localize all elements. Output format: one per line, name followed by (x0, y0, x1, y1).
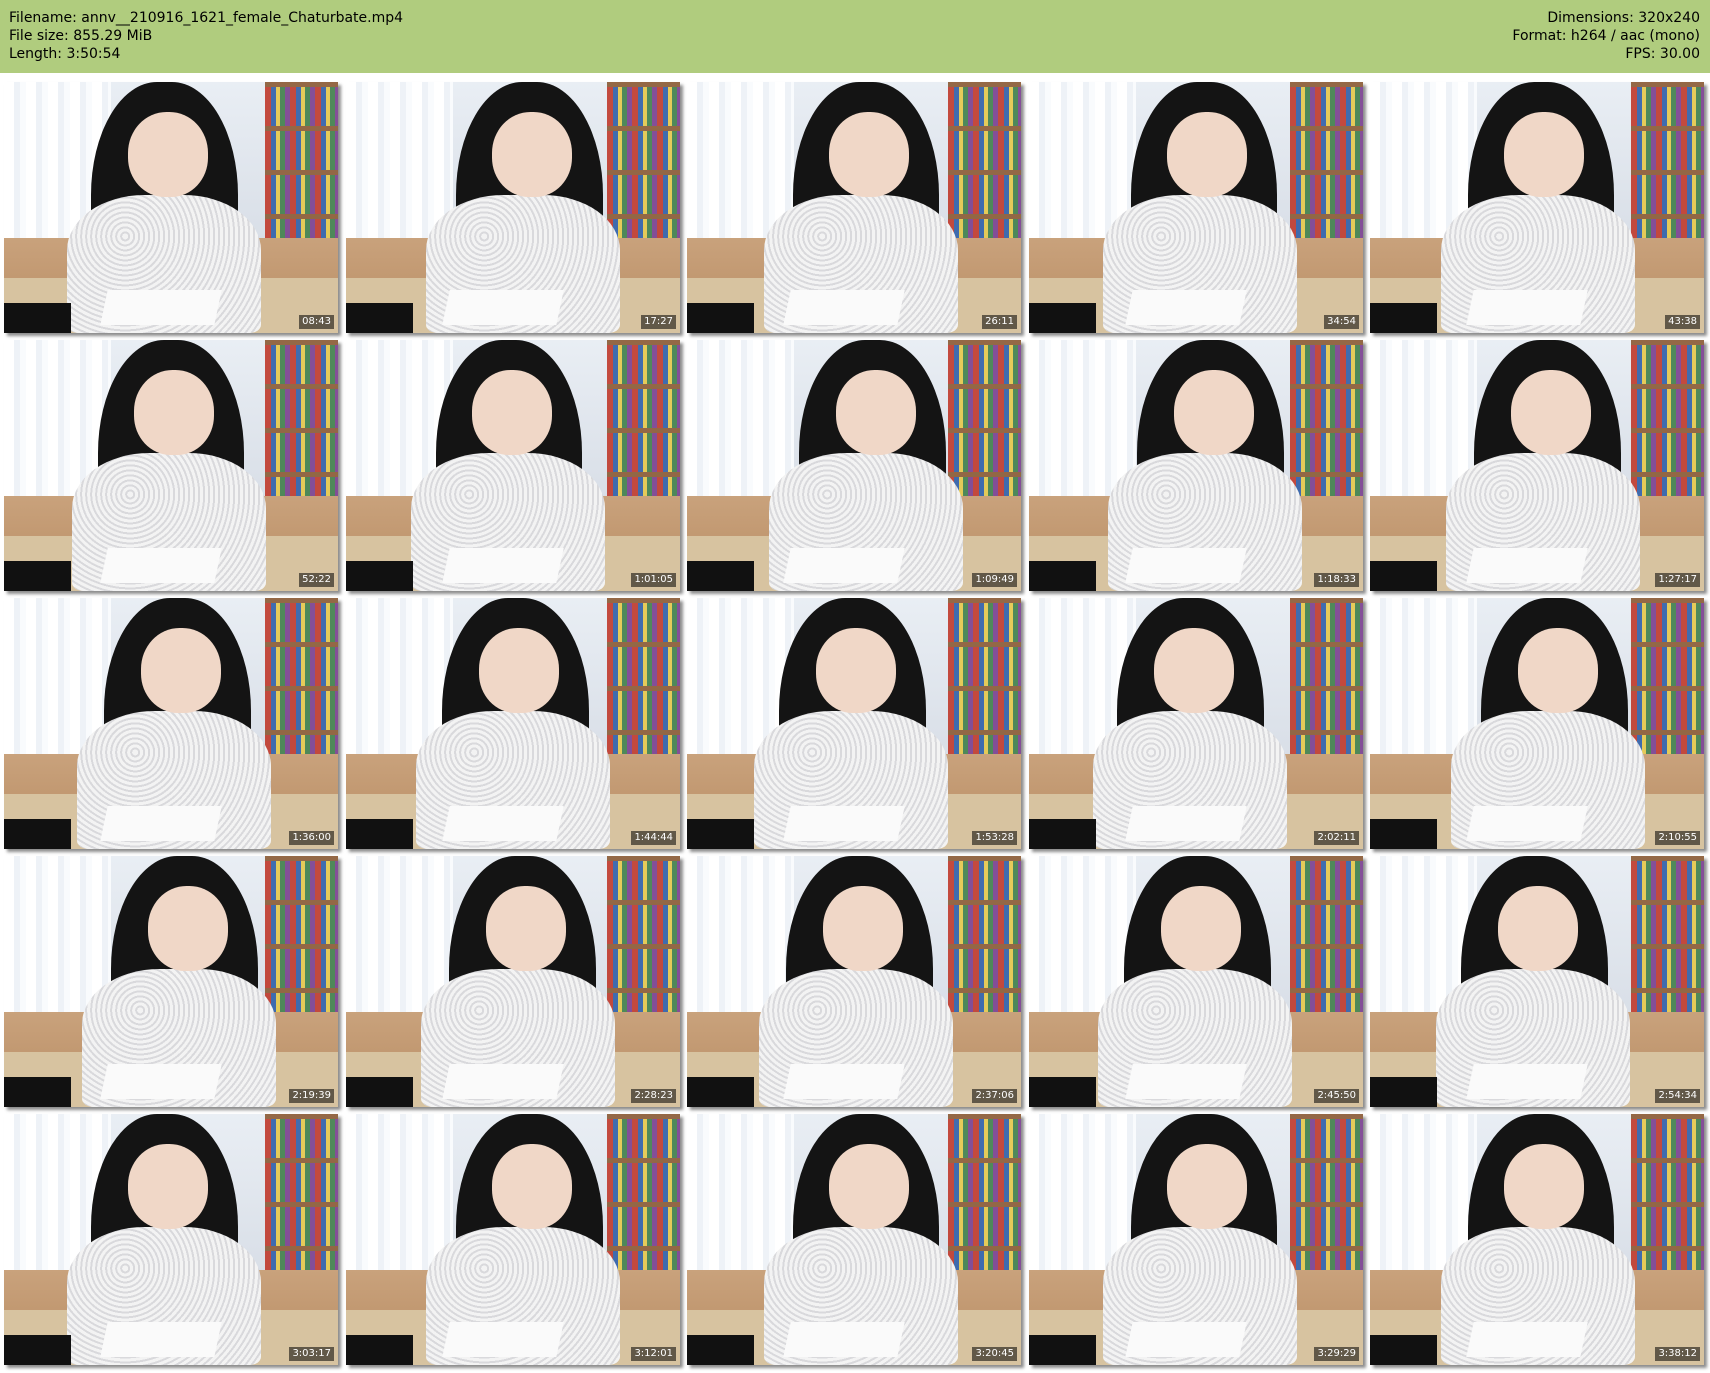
dimensions-text: Dimensions: 320x240 (1547, 10, 1700, 26)
thumbnail-image (1370, 1114, 1704, 1365)
video-thumbnail: 1:53:28 (687, 598, 1021, 849)
video-thumbnail: 26:11 (687, 82, 1021, 333)
thumbnail-image (4, 340, 338, 591)
length-text: Length: 3:50:54 (9, 46, 121, 62)
video-thumbnail: 1:44:44 (346, 598, 680, 849)
thumbnail-image (1029, 340, 1363, 591)
thumbnail-timestamp: 2:28:23 (631, 1089, 676, 1103)
video-thumbnail: 2:54:34 (1370, 856, 1704, 1107)
video-thumbnail: 17:27 (346, 82, 680, 333)
video-thumbnail: 34:54 (1029, 82, 1363, 333)
thumbnail-timestamp: 1:01:05 (631, 573, 676, 587)
video-thumbnail: 2:45:50 (1029, 856, 1363, 1107)
thumbnail-timestamp: 1:36:00 (289, 831, 334, 845)
thumbnail-image (1370, 340, 1704, 591)
video-thumbnail: 2:02:11 (1029, 598, 1363, 849)
thumbnail-image (346, 856, 680, 1107)
thumbnail-image (687, 340, 1021, 591)
thumbnail-timestamp: 26:11 (982, 315, 1017, 329)
thumbnail-timestamp: 43:38 (1665, 315, 1700, 329)
thumbnail-image (346, 1114, 680, 1365)
thumbnail-timestamp: 3:38:12 (1655, 1347, 1700, 1361)
thumbnail-image (1029, 856, 1363, 1107)
video-thumbnail: 1:18:33 (1029, 340, 1363, 591)
video-thumbnail: 2:37:06 (687, 856, 1021, 1107)
format-text: Format: h264 / aac (mono) (1512, 28, 1700, 44)
thumbnail-timestamp: 17:27 (641, 315, 676, 329)
thumbnail-timestamp: 1:27:17 (1655, 573, 1700, 587)
thumbnail-image (687, 598, 1021, 849)
video-thumbnail: 1:01:05 (346, 340, 680, 591)
thumbnail-image (1029, 1114, 1363, 1365)
thumbnail-timestamp: 2:02:11 (1314, 831, 1359, 845)
thumbnail-timestamp: 2:54:34 (1655, 1089, 1700, 1103)
video-thumbnail: 1:27:17 (1370, 340, 1704, 591)
thumbnail-image (1370, 82, 1704, 333)
thumbnail-image (4, 598, 338, 849)
filename-text: Filename: annv__210916_1621_female_Chatu… (9, 10, 404, 26)
video-thumbnail: 2:10:55 (1370, 598, 1704, 849)
video-thumbnail: 1:09:49 (687, 340, 1021, 591)
thumbnail-image (1370, 598, 1704, 849)
thumbnail-timestamp: 2:45:50 (1314, 1089, 1359, 1103)
thumbnail-timestamp: 1:53:28 (972, 831, 1017, 845)
thumbnail-image (1029, 598, 1363, 849)
video-thumbnail: 3:12:01 (346, 1114, 680, 1365)
thumbnail-image (4, 82, 338, 333)
thumbnail-timestamp: 3:03:17 (289, 1347, 334, 1361)
info-header: Filename: annv__210916_1621_female_Chatu… (0, 0, 1710, 73)
thumbnail-timestamp: 2:19:39 (289, 1089, 334, 1103)
video-thumbnail: 3:29:29 (1029, 1114, 1363, 1365)
thumbnail-image (4, 1114, 338, 1365)
thumbnail-timestamp: 1:44:44 (631, 831, 676, 845)
fps-text: FPS: 30.00 (1625, 46, 1700, 62)
thumbnail-timestamp: 3:29:29 (1314, 1347, 1359, 1361)
thumbnail-image (1370, 856, 1704, 1107)
file-size-text: File size: 855.29 MiB (9, 28, 153, 44)
video-thumbnail: 2:19:39 (4, 856, 338, 1107)
video-thumbnail: 08:43 (4, 82, 338, 333)
thumbnail-timestamp: 34:54 (1324, 315, 1359, 329)
thumbnail-image (687, 856, 1021, 1107)
video-thumbnail: 3:20:45 (687, 1114, 1021, 1365)
thumbnail-image (687, 82, 1021, 333)
info-left: Filename: annv__210916_1621_female_Chatu… (9, 9, 403, 63)
thumbnail-image (1029, 82, 1363, 333)
video-thumbnail: 43:38 (1370, 82, 1704, 333)
thumbnail-timestamp: 1:18:33 (1314, 573, 1359, 587)
thumbnail-timestamp: 2:10:55 (1655, 831, 1700, 845)
thumbnail-timestamp: 3:12:01 (631, 1347, 676, 1361)
video-thumbnail: 3:03:17 (4, 1114, 338, 1365)
thumbnail-timestamp: 2:37:06 (972, 1089, 1017, 1103)
thumbnail-image (346, 598, 680, 849)
thumbnail-timestamp: 3:20:45 (972, 1347, 1017, 1361)
info-right: Dimensions: 320x240 Format: h264 / aac (… (1512, 9, 1700, 63)
video-thumbnail: 52:22 (4, 340, 338, 591)
video-thumbnail: 3:38:12 (1370, 1114, 1704, 1365)
thumbnail-image (687, 1114, 1021, 1365)
thumbnail-grid: 08:43 17:27 26:11 34:54 43:38 52:22 1:01:05 1:0… (4, 82, 1708, 1370)
thumbnail-timestamp: 1:09:49 (972, 573, 1017, 587)
video-thumbnail: 2:28:23 (346, 856, 680, 1107)
thumbnail-image (346, 340, 680, 591)
thumbnail-image (346, 82, 680, 333)
thumbnail-timestamp: 52:22 (299, 573, 334, 587)
video-thumbnail: 1:36:00 (4, 598, 338, 849)
thumbnail-image (4, 856, 338, 1107)
thumbnail-timestamp: 08:43 (299, 315, 334, 329)
